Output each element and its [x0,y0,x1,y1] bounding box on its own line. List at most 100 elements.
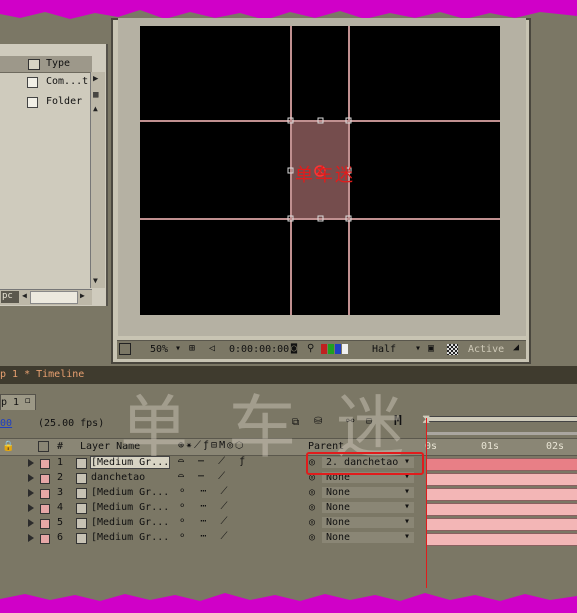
layer-switches[interactable]: ⚬ ⋯ ⟋ [178,531,231,542]
layer-name[interactable]: danchetao [91,472,145,483]
show-snapshot-icon[interactable]: ⚲ [307,343,314,354]
parent-value: None [326,517,351,528]
work-area-bar[interactable] [426,432,577,435]
expand-arrow-icon[interactable] [28,459,34,467]
flowchart-icon[interactable]: ▦ [93,90,98,100]
scroll-down-icon[interactable]: ▼ [93,276,98,285]
transparency-grid-icon[interactable] [447,344,458,355]
pick-whip-icon[interactable]: ◎ [309,487,315,498]
expand-arrow-icon[interactable] [28,504,34,512]
resize-grip-icon[interactable]: ◢ [513,342,519,353]
label-swatch[interactable] [40,519,50,529]
layer-switches[interactable]: ⌓ ⋯ ⟋ ƒ [178,456,249,467]
expand-arrow-icon[interactable] [28,519,34,527]
label-swatch[interactable] [40,489,50,499]
layer-switches[interactable]: ⚬ ⋯ ⟋ [178,516,231,527]
layer-name[interactable]: [Medium Gr... [91,517,169,528]
layer-number: 2 [57,472,64,483]
layer-name[interactable]: [Medium Gr... [91,532,169,543]
parent-value: None [326,532,351,543]
parent-dropdown[interactable]: None ▾ [322,501,414,513]
pick-whip-icon[interactable]: ◎ [309,517,315,528]
project-item[interactable]: Folder [0,94,92,110]
layer-type-icon [76,458,87,469]
snapshot-icon[interactable]: ◙ [291,343,297,354]
expand-arrow-icon[interactable] [28,534,34,542]
layer-duration-bar[interactable] [426,503,577,516]
zoom-menu[interactable]: 50% [150,344,168,355]
label-swatch[interactable] [40,504,50,514]
scroll-right-icon[interactable]: ▶ [93,74,98,84]
project-item[interactable]: Com...t [0,74,92,90]
expand-arrow-icon[interactable] [28,474,34,482]
tab-close-icon[interactable]: ◻ [25,396,30,406]
layer-row[interactable]: 4 [Medium Gr... ⚬ ⋯ ⟋ ◎ None ▾ [0,501,420,516]
viewer-toolbar: 50% ▾ ⊞ ◁ 0:00:00:00 ◙ ⚲ Half ▾ ▣ Active… [117,340,526,359]
layer-number: 1 [57,457,64,468]
parent-dropdown[interactable]: None ▾ [322,531,414,543]
always-preview-icon[interactable] [119,343,131,355]
bpc-button[interactable]: pc [1,291,19,303]
layer-name[interactable]: [Medium Gr... [91,502,169,513]
label-swatch[interactable] [40,534,50,544]
item-type: Folder [46,96,83,107]
lock-icon[interactable]: 🔒 [2,441,14,452]
red-channel-icon[interactable] [321,344,327,354]
label-column-icon [28,59,40,70]
layer-type-icon [76,503,87,514]
layer-duration-bar[interactable] [426,458,577,471]
layer-row[interactable]: 6 [Medium Gr... ⚬ ⋯ ⟋ ◎ None ▾ [0,531,420,546]
project-vertical-scrollbar[interactable]: ▶ ▦ ▲ ▼ [90,72,105,288]
green-channel-icon[interactable] [328,344,334,354]
region-of-interest-icon[interactable]: ▣ [428,343,434,354]
scroll-right-icon[interactable]: ▶ [80,291,85,300]
layer-type-icon [76,518,87,529]
item-type: Com...t [46,76,89,87]
active-camera-menu[interactable]: Active [468,344,504,355]
label-swatch[interactable] [40,474,50,484]
layer-duration-bar[interactable] [426,518,577,531]
pick-whip-icon[interactable]: ◎ [309,502,315,513]
timeline-title: p 1 * Timeline [0,369,85,380]
chevron-down-icon: ▾ [404,531,411,542]
parent-dropdown[interactable]: None ▾ [322,516,414,528]
blue-channel-icon[interactable] [335,344,341,354]
current-time-indicator[interactable] [426,418,427,590]
layer-switches[interactable]: ⚬ ⋯ ⟋ [178,501,231,512]
layer-number: 3 [57,487,64,498]
layer-duration-bar[interactable] [426,473,577,486]
pick-whip-icon[interactable]: ◎ [309,532,315,543]
alpha-channel-icon[interactable] [342,344,348,354]
chevron-down-icon: ▾ [404,486,411,497]
layer-name[interactable]: [Medium Gr... [89,456,171,469]
parent-value: None [326,487,351,498]
composition-canvas[interactable]: 单车迷 [140,26,500,315]
chevron-down-icon[interactable]: ▾ [175,343,181,354]
layer-row[interactable]: 5 [Medium Gr... ⚬ ⋯ ⟋ ◎ None ▾ [0,516,420,531]
layer-name[interactable]: [Medium Gr... [91,487,169,498]
expand-arrow-icon[interactable] [28,489,34,497]
layer-duration-bar[interactable] [426,533,577,546]
scroll-up-icon[interactable]: ▲ [93,104,98,113]
label-swatch[interactable] [40,459,50,469]
chevron-down-icon[interactable]: ▾ [415,343,421,354]
layer-row[interactable]: 3 [Medium Gr... ⚬ ⋯ ⟋ ◎ None ▾ [0,486,420,501]
layer-number: 5 [57,517,64,528]
timeline-timecode[interactable]: 00 [0,418,12,429]
layer-duration-bar[interactable] [426,488,577,501]
type-column-label: Type [46,58,71,69]
highlight-box [306,452,424,475]
mask-icon[interactable]: ◁ [209,343,215,354]
scroll-left-icon[interactable]: ◀ [22,291,27,300]
layer-type-icon [76,533,87,544]
resolution-menu[interactable]: Half [372,344,396,355]
layer-switches[interactable]: ⌓ ⋯ ⟋ [178,471,229,482]
timecode-display[interactable]: 0:00:00:00 [229,344,289,355]
time-navigator[interactable] [426,416,577,422]
layer-switches[interactable]: ⚬ ⋯ ⟋ [178,486,231,497]
tab-comp[interactable]: p 1 ◻ [0,394,36,410]
scroll-thumb[interactable] [30,291,78,304]
grid-icon[interactable]: ⊞ [189,343,195,354]
project-horizontal-scrollbar[interactable]: pc ◀ ▶ [0,289,92,305]
parent-dropdown[interactable]: None ▾ [322,486,414,498]
